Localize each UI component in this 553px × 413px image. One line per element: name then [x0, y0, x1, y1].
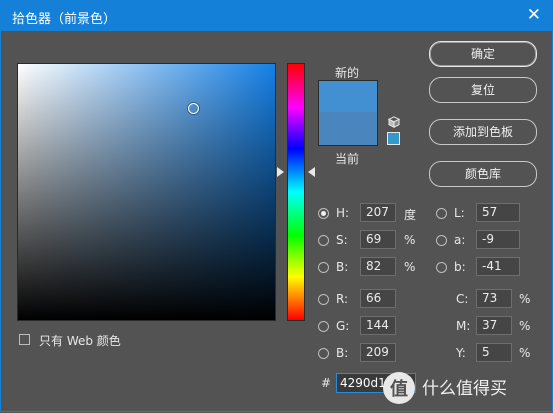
brightness-label: B:: [336, 260, 349, 274]
reset-button[interactable]: 复位: [429, 77, 537, 103]
red-input[interactable]: 66: [360, 289, 396, 308]
lab-b-label: b:: [454, 260, 466, 274]
web-colors-only-label: 只有 Web 颜色: [39, 334, 121, 348]
lab-a-label: a:: [454, 233, 466, 247]
color-picker-window: 拾色器（前景色） ✕ 新的 当前 确定 复位 添加到色板 颜色库 H: 207 …: [0, 0, 553, 413]
svg-text:什么值得买: 什么值得买: [422, 379, 507, 399]
cyan-unit: %: [519, 292, 531, 306]
yellow-label: Y:: [456, 346, 466, 360]
green-input[interactable]: 144: [360, 316, 396, 335]
lab-l-input[interactable]: 57: [476, 203, 520, 222]
web-safe-color-swatch[interactable]: [387, 132, 400, 145]
saturation-input[interactable]: 69: [360, 230, 396, 249]
radio-green[interactable]: [318, 321, 329, 332]
svg-text:值: 值: [390, 378, 408, 400]
lab-b-input[interactable]: -41: [476, 257, 520, 276]
new-color-label: 新的: [334, 66, 359, 80]
close-icon[interactable]: ✕: [527, 5, 541, 25]
window-title: 拾色器（前景色）: [12, 12, 117, 27]
radio-blue[interactable]: [318, 348, 329, 359]
brightness-unit: %: [404, 260, 416, 274]
radio-saturation[interactable]: [318, 235, 329, 246]
title-bar: 拾色器（前景色） ✕: [0, 0, 553, 31]
radio-lab-b[interactable]: [436, 262, 447, 273]
yellow-unit: %: [519, 346, 531, 360]
lab-l-label: L:: [454, 206, 465, 220]
radio-lab-l[interactable]: [436, 208, 447, 219]
radio-hue[interactable]: [318, 208, 329, 219]
cyan-input[interactable]: 73: [476, 289, 512, 308]
web-safe-cube-icon[interactable]: [388, 116, 400, 128]
saturation-label: S:: [336, 233, 348, 247]
radio-brightness[interactable]: [318, 262, 329, 273]
radio-lab-a[interactable]: [436, 235, 447, 246]
hue-input[interactable]: 207: [360, 203, 396, 222]
ok-button[interactable]: 确定: [429, 41, 537, 67]
hue-slider[interactable]: [287, 63, 305, 321]
blue-label: B:: [336, 346, 349, 360]
radio-red[interactable]: [318, 294, 329, 305]
current-color-label: 当前: [334, 152, 359, 166]
blue-input[interactable]: 209: [360, 343, 396, 362]
magenta-label: M:: [456, 319, 471, 333]
new-color-swatch: [318, 80, 378, 113]
hue-slider-left-arrow-icon[interactable]: [277, 167, 284, 177]
hue-unit: 度: [404, 208, 417, 222]
hex-label: #: [321, 376, 332, 390]
magenta-unit: %: [519, 319, 531, 333]
smzdm-watermark-logo: 值 什么值得买: [383, 372, 507, 404]
lab-a-input[interactable]: -9: [476, 230, 520, 249]
hue-label: H:: [336, 206, 350, 220]
cyan-label: C:: [456, 292, 469, 306]
yellow-input[interactable]: 5: [476, 343, 512, 362]
magenta-input[interactable]: 37: [476, 316, 512, 335]
saturation-unit: %: [404, 233, 416, 247]
red-label: R:: [336, 292, 349, 306]
green-label: G:: [336, 319, 350, 333]
color-libraries-button[interactable]: 颜色库: [429, 161, 537, 187]
current-color-swatch[interactable]: [318, 112, 378, 146]
saturation-brightness-field[interactable]: [17, 63, 276, 321]
hue-slider-right-arrow-icon[interactable]: [308, 167, 315, 177]
web-colors-only-checkbox[interactable]: [19, 334, 30, 345]
add-to-swatches-button[interactable]: 添加到色板: [429, 119, 537, 145]
brightness-input[interactable]: 82: [360, 257, 396, 276]
color-cursor[interactable]: [188, 103, 199, 114]
brightness-gradient: [18, 64, 275, 320]
